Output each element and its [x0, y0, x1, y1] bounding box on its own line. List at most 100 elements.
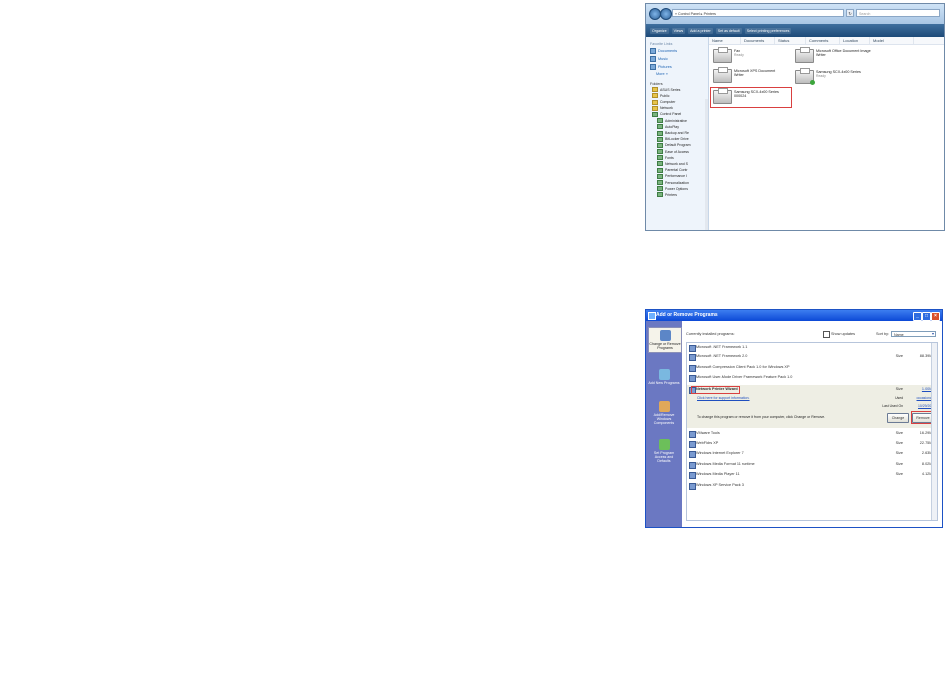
forward-button[interactable]	[660, 8, 672, 20]
tree-item[interactable]: Computer	[652, 99, 708, 105]
windows-components-tab[interactable]: Add/Remove Windows Components	[648, 401, 680, 426]
add-printer-button[interactable]: Add a printer	[688, 27, 713, 34]
program-row[interactable]: Microsoft .NET Framework 2.0 Size 88.39M…	[687, 352, 937, 361]
favorite-link-music[interactable]: Music	[650, 56, 708, 62]
size-label: Size	[895, 451, 903, 455]
column-header-location[interactable]: Location	[840, 37, 870, 44]
tree-item-label: Computer	[660, 100, 676, 105]
network-icon	[652, 105, 658, 111]
minimize-button[interactable]: _	[913, 312, 922, 321]
printer-name: Microsoft XPS Document Writer	[734, 69, 776, 78]
printer-item[interactable]: Microsoft Office Document Image Writer	[795, 47, 876, 63]
program-name: Microsoft .NET Framework 1.1	[696, 345, 748, 349]
views-button[interactable]: Views	[671, 27, 686, 34]
favorite-link-pictures[interactable]: Pictures	[650, 64, 708, 70]
tree-item[interactable]: Network	[652, 105, 708, 111]
tree-item-label: Personalization	[665, 180, 689, 185]
tree-scrollbar[interactable]	[705, 99, 708, 230]
tree-item[interactable]: Personalization	[657, 180, 708, 185]
tree-item[interactable]: Backup and Re	[657, 130, 708, 136]
organize-button[interactable]: Organize	[650, 27, 669, 34]
program-defaults-icon	[658, 439, 670, 450]
set-default-button[interactable]: Set as default	[715, 27, 742, 34]
tree-item[interactable]: Network and S	[657, 161, 708, 167]
program-name: Microsoft .NET Framework 2.0	[696, 354, 748, 358]
cp-item-icon	[657, 161, 663, 167]
program-row[interactable]: VMware Tools Size 16.29MB	[687, 429, 937, 438]
program-row[interactable]: Windows XP Service Pack 3	[687, 481, 937, 490]
sidebar-label: Add New Programs	[648, 381, 680, 385]
tree-item[interactable]: ASUS Series	[652, 87, 708, 93]
program-name: VMware Tools	[696, 431, 720, 435]
change-button[interactable]: Change	[887, 413, 909, 423]
selected-program-panel[interactable]: Network Printer Wizard Size 1.00MB Click…	[687, 385, 937, 428]
favorite-link-more[interactable]: More »	[650, 72, 708, 76]
tree-item-label: Fonts	[665, 155, 674, 160]
cp-item-icon	[657, 136, 663, 142]
column-header-documents[interactable]: Documents	[741, 37, 775, 44]
programs-list: Microsoft .NET Framework 1.1 Microsoft .…	[686, 342, 938, 521]
highlight-box	[691, 386, 740, 394]
favorite-link-label: Music	[658, 57, 668, 61]
column-header-model[interactable]: Model	[870, 37, 914, 44]
size-label: Size	[895, 431, 903, 435]
program-row[interactable]: Microsoft User-Mode Driver Framework Fea…	[687, 373, 937, 382]
program-icon	[689, 345, 696, 352]
program-name: Microsoft Compression Client Pack 1.0 fo…	[696, 365, 790, 369]
close-button[interactable]: ×	[931, 312, 940, 321]
tree-item[interactable]: Parental Contr	[657, 167, 708, 173]
printer-name: Microsoft Office Document Image Writer	[816, 49, 871, 58]
program-row[interactable]: WebFldrs XP Size 22.75MB	[687, 439, 937, 448]
program-access-defaults-tab[interactable]: Set Program Access and Defaults	[648, 439, 680, 464]
refresh-icon[interactable]: ↻	[846, 9, 854, 17]
size-label: Size	[895, 441, 903, 445]
program-icon	[689, 375, 696, 382]
program-row[interactable]: Windows Media Player 11 Size 4.12MB	[687, 470, 937, 479]
tree-item[interactable]: Fonts	[657, 155, 708, 161]
music-icon	[650, 56, 656, 62]
add-remove-programs-window: Add or Remove Programs _ □ × Change or R…	[645, 309, 943, 528]
printers-list-pane: Name Documents Status Comments Location …	[709, 37, 944, 230]
tree-item[interactable]: AutoPlay	[657, 124, 708, 130]
program-row[interactable]: Windows Media Format 11 runtime Size 8.0…	[687, 460, 937, 469]
size-label: Size	[895, 354, 903, 358]
sort-by-select[interactable]: Name	[891, 331, 936, 337]
last-used-label: Last Used On	[882, 404, 903, 408]
tree-item[interactable]: Ease of Access	[657, 149, 708, 155]
search-input[interactable]: Search	[856, 9, 940, 17]
tree-item[interactable]: Control Panel	[652, 111, 708, 117]
column-header-status[interactable]: Status	[775, 37, 806, 44]
show-updates-checkbox[interactable]	[823, 331, 830, 338]
list-scrollbar[interactable]	[931, 343, 937, 520]
printer-item[interactable]: Fax Ready	[713, 47, 744, 63]
program-name: WebFldrs XP	[696, 441, 719, 445]
support-info-link[interactable]: Click here for support information.	[697, 396, 750, 400]
size-label: Size	[895, 472, 903, 476]
favorite-link-documents[interactable]: Documents	[650, 48, 708, 54]
program-row[interactable]: Windows Internet Explorer 7 Size 2.63MB	[687, 449, 937, 458]
tree-item[interactable]: Printers	[657, 192, 708, 198]
printing-preferences-button[interactable]: Select printing preferences	[744, 27, 792, 34]
program-row[interactable]: Microsoft Compression Client Pack 1.0 fo…	[687, 363, 937, 372]
tree-item[interactable]: Public	[652, 93, 708, 99]
cp-item-icon	[657, 180, 663, 185]
printer-status: Ready	[734, 53, 744, 58]
add-new-programs-tab[interactable]: Add New Programs	[648, 369, 680, 385]
printer-item[interactable]: Microsoft XPS Document Writer	[713, 67, 784, 83]
folders-header[interactable]: Folders	[650, 82, 708, 86]
tree-item[interactable]: Default Program	[657, 142, 708, 148]
task-sidebar: Change or Remove Programs Add New Progra…	[646, 321, 682, 527]
maximize-button[interactable]: □	[922, 312, 931, 321]
address-field[interactable]: « Control Panel ▸ Printers	[672, 9, 844, 17]
column-header-comments[interactable]: Comments	[806, 37, 840, 44]
printers-icon	[657, 192, 663, 198]
change-remove-programs-tab[interactable]: Change or Remove Programs	[648, 327, 682, 354]
tree-item[interactable]: Performance I	[657, 173, 708, 179]
printer-item[interactable]: Samsung SCX-4x00 Series Ready	[795, 68, 876, 85]
tree-item[interactable]: Power Options	[657, 186, 708, 192]
tree-item[interactable]: BitLocker Drive	[657, 136, 708, 142]
tree-item[interactable]: Administrative	[657, 118, 708, 124]
address-bar-area: « Control Panel ▸ Printers ↻ Search	[646, 4, 944, 24]
program-row[interactable]: Microsoft .NET Framework 1.1	[687, 343, 937, 352]
column-header-name[interactable]: Name	[709, 37, 741, 44]
